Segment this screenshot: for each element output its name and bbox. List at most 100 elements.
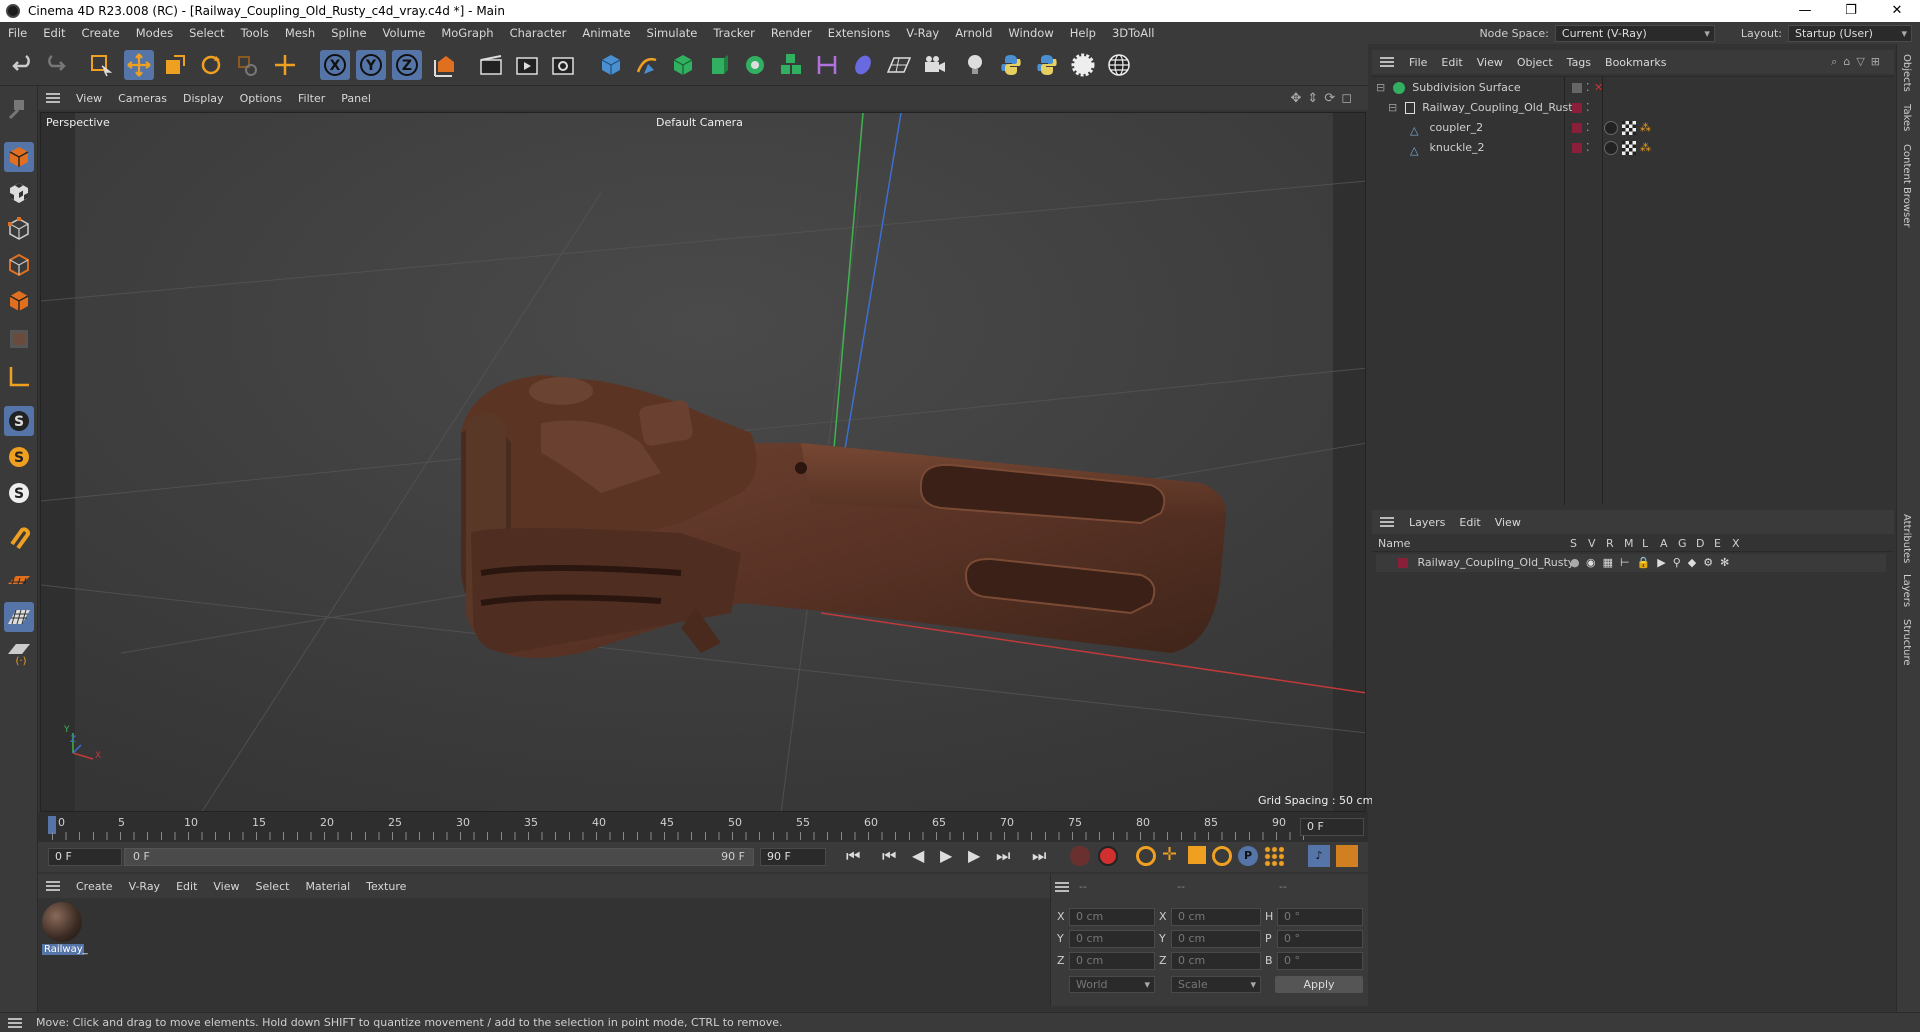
pos-z-field[interactable]: 0 cm [1069,952,1155,970]
material-menu-texture[interactable]: Texture [358,880,414,893]
key-parameter-icon[interactable]: P [1238,846,1258,866]
menu-help[interactable]: Help [1062,26,1104,40]
material-menu-create[interactable]: Create [68,880,121,893]
material-menu-vray[interactable]: V-Ray [121,880,169,893]
x-axis-lock-button[interactable]: X [320,50,350,80]
object-menu-bookmarks[interactable]: Bookmarks [1598,56,1673,69]
autokey-button[interactable] [1098,846,1118,866]
layer-solo-icon[interactable]: ● [1570,554,1580,572]
layout-dropdown[interactable]: Startup (User) [1788,24,1912,42]
object-manager-tree[interactable]: ⊟ Subdivision Surface ⁚ ✕ ⊟ Railway_Coup… [1372,76,1894,505]
viewport-menu-cameras[interactable]: Cameras [110,92,175,105]
extrude-generator-button[interactable] [704,50,734,80]
prev-frame-button[interactable]: ◀ [912,846,924,865]
menu-select[interactable]: Select [181,26,232,40]
z-axis-lock-button[interactable]: Z [392,50,422,80]
node-space-dropdown[interactable]: Current (V-Ray) [1554,24,1715,42]
viewport-menu-options[interactable]: Options [232,92,290,105]
spline-pen-button[interactable] [632,50,662,80]
viewport-nav-icons[interactable]: ✥⇕⟳◻ [1291,91,1358,106]
axis-mode-button[interactable] [4,362,34,392]
viewport-scene[interactable] [41,113,1366,812]
layer-list[interactable]: Railway_Coupling_Old_Rusty ● ◉▦⊢🔒▶⚲◆⚙✻ [1372,552,1894,1008]
light-button[interactable] [960,50,990,80]
coordinate-system-button[interactable] [430,50,460,80]
layer-color-icon[interactable] [1572,143,1582,153]
size-mode-dropdown[interactable]: Scale [1171,976,1261,993]
key-rotation-icon[interactable] [1212,846,1232,866]
object-menu-hamburger-icon[interactable] [1380,57,1394,67]
maximize-button[interactable]: ❐ [1828,0,1874,22]
workplane-button[interactable] [4,566,34,596]
layer-color-swatch[interactable] [1398,558,1408,568]
material-menu-hamburger-icon[interactable] [46,881,60,891]
size-x-field[interactable]: 0 cm [1171,908,1261,926]
layer-color-icon[interactable] [1572,123,1582,133]
menu-tools[interactable]: Tools [233,26,277,40]
coordinates-menu-hamburger-icon[interactable] [1055,882,1069,892]
live-selection-button[interactable] [86,50,116,80]
menu-character[interactable]: Character [502,26,575,40]
material-menu-edit[interactable]: Edit [168,880,205,893]
locked-workplane-button[interactable]: (·) [4,638,34,668]
scale-tool-button[interactable] [160,50,190,80]
subdivision-surface-button[interactable] [668,50,698,80]
menu-simulate[interactable]: Simulate [639,26,706,40]
recent-tool-button[interactable] [232,50,262,80]
rot-b-field[interactable]: 0 ° [1277,952,1363,970]
tweak-mode-button[interactable] [4,522,34,552]
tab-content-browser[interactable]: Content Browser [1901,144,1912,227]
cube-object-button[interactable] [596,50,626,80]
viewport-menu-display[interactable]: Display [175,92,232,105]
visibility-dots-icon[interactable]: ⁚ [1586,139,1590,157]
layer-menu-hamburger-icon[interactable] [1380,517,1394,527]
prev-key-button[interactable]: ⏮ [882,846,896,866]
menu-spline[interactable]: Spline [323,26,374,40]
collapse-toggle-icon[interactable]: ⊟ [1376,81,1385,94]
phong-tag-icon[interactable]: ⁂ [1640,139,1651,157]
menu-file[interactable]: File [0,26,35,40]
world-axis-button[interactable] [270,50,300,80]
material-swatch[interactable]: Railway_ [42,902,88,956]
uv-tag-icon[interactable] [1622,121,1636,135]
deformer-button[interactable] [812,50,842,80]
menu-window[interactable]: Window [1000,26,1061,40]
menu-create[interactable]: Create [74,26,128,40]
texture-mode-button[interactable] [4,178,34,208]
python-script-button[interactable] [996,50,1026,80]
polygons-mode-button[interactable] [4,286,34,316]
status-menu-hamburger-icon[interactable] [8,1017,22,1028]
object-menu-edit[interactable]: Edit [1434,56,1469,69]
collapse-toggle-icon[interactable]: ⊟ [1388,101,1397,114]
rot-p-field[interactable]: 0 ° [1277,930,1363,948]
layer-tag-icon[interactable] [1572,83,1582,93]
snap-settings-button[interactable]: S [4,442,34,472]
timeline-window-icon[interactable] [1336,845,1358,867]
uv-mode-button[interactable] [4,324,34,354]
pos-y-field[interactable]: 0 cm [1069,930,1155,948]
object-menu-tags[interactable]: Tags [1560,56,1598,69]
start-frame-field[interactable]: 0 F [48,848,122,866]
current-frame-field[interactable]: 0 F [1300,818,1364,836]
record-button[interactable] [1070,846,1090,866]
render-settings-button[interactable] [548,50,578,80]
render-view-button[interactable] [476,50,506,80]
redo-button[interactable] [40,50,70,80]
object-search-icons[interactable]: ⌕⌂▽⊞ [1831,55,1886,69]
object-menu-view[interactable]: View [1470,56,1510,69]
layer-color-icon[interactable] [1572,103,1582,113]
y-axis-lock-button[interactable]: Y [356,50,386,80]
menu-modes[interactable]: Modes [128,26,181,40]
tree-item-knuckle-2[interactable]: △ knuckle_2 ⁚ ⁂ [1406,139,1886,157]
snap-button[interactable]: S [4,406,34,436]
go-to-end-button[interactable]: ⏭ [1032,846,1046,866]
vray-settings-button[interactable] [1068,50,1098,80]
camera-label[interactable]: Default Camera [656,116,743,129]
close-button[interactable]: ✕ [1874,0,1920,22]
play-button[interactable]: ▶ [940,846,952,865]
material-menu-material[interactable]: Material [297,880,358,893]
menu-tracker[interactable]: Tracker [705,26,763,40]
layer-row-railway-coupling[interactable]: Railway_Coupling_Old_Rusty ● ◉▦⊢🔒▶⚲◆⚙✻ [1376,554,1886,572]
menu-3dtoall[interactable]: 3DToAll [1104,26,1163,40]
uv-tag-icon[interactable] [1622,141,1636,155]
